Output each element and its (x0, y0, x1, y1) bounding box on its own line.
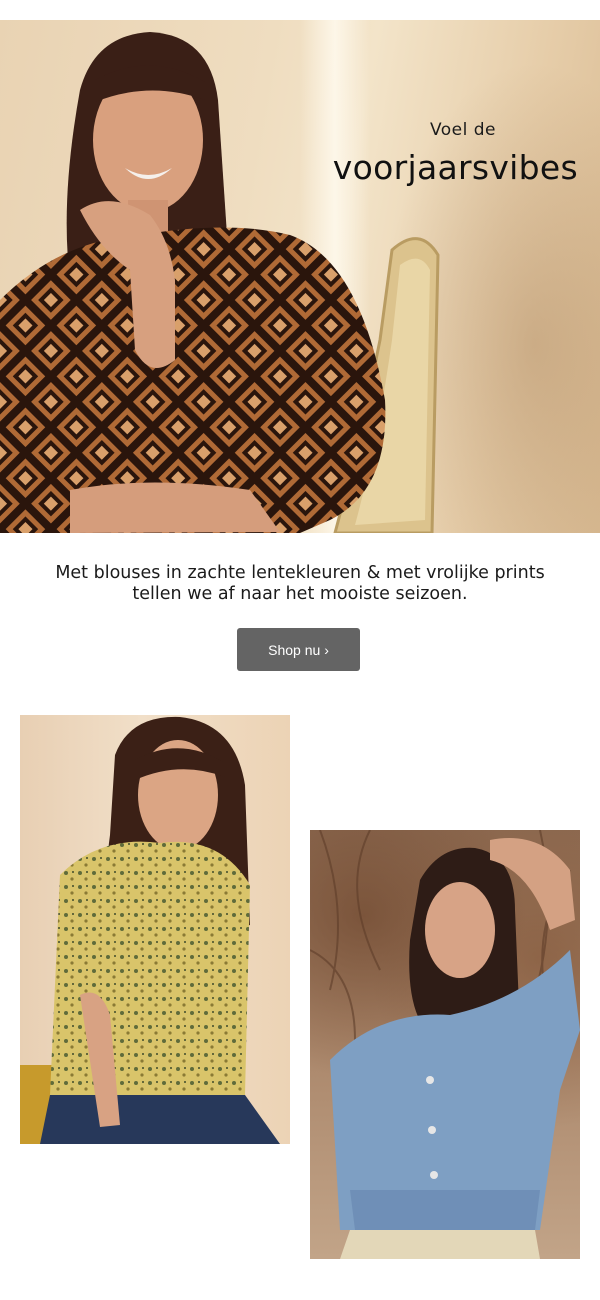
hero-model-image (0, 32, 440, 533)
denim-blouse-model (310, 830, 580, 1259)
intro-text: Met blouses in zachte lentekleuren & met… (0, 563, 600, 605)
yellow-blouse-model (20, 716, 280, 1144)
intro-line-2: tellen we af naar het mooiste seizoen. (132, 584, 468, 604)
intro-line-1: Met blouses in zachte lentekleuren & met… (55, 563, 545, 583)
shop-now-button[interactable]: Shop nu › (237, 628, 360, 671)
product-image-denim-blouse[interactable] (310, 830, 580, 1259)
hero-subtitle: Voel de (429, 120, 496, 140)
product-image-yellow-blouse[interactable] (20, 715, 290, 1144)
hero-title: voorjaarsvibes (332, 148, 578, 187)
hero-banner[interactable]: Voel de voorjaarsvibes (0, 20, 600, 533)
